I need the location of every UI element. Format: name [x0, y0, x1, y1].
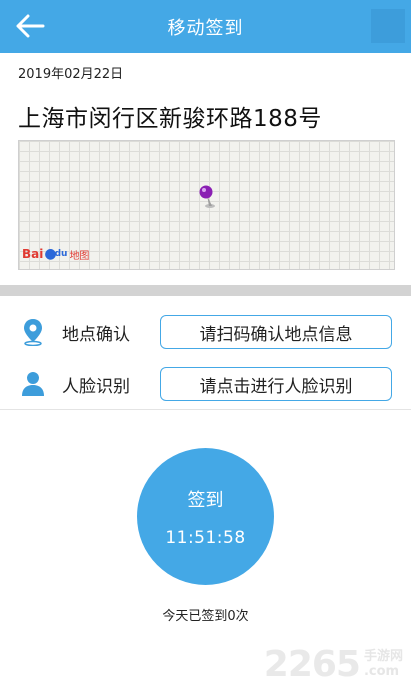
scan-location-button[interactable]: 请扫码确认地点信息 [160, 315, 392, 349]
baidu-logo-suffix: du [54, 249, 68, 259]
section-separator [0, 285, 411, 296]
location-confirm-label: 地点确认 [62, 324, 130, 345]
app-screen: 移动签到 2019年02月22日 上海市闵行区新骏环路188号 Bai ● du… [0, 0, 411, 700]
watermark-sub-block: 手游网 .com [363, 649, 403, 679]
watermark: 2265 手游网 .com [264, 644, 403, 685]
signin-count-text: 今天已签到0次 [162, 609, 249, 624]
watermark-main: 2265 [263, 644, 361, 685]
watermark-sub2: .com [363, 663, 400, 679]
arrow-left-icon [16, 14, 45, 38]
baidu-logo-text: Bai [22, 247, 44, 261]
row-divider [0, 409, 411, 410]
address-label: 上海市闵行区新骏环路188号 [18, 106, 322, 132]
date-label: 2019年02月22日 [18, 67, 124, 82]
map-pin-icon [199, 185, 215, 208]
header-menu-button[interactable] [371, 9, 405, 43]
location-pin-icon [19, 318, 47, 346]
signin-time: 11:51:58 [165, 527, 246, 548]
header-bar: 移动签到 [0, 0, 411, 53]
location-confirm-row: 地点确认 请扫码确认地点信息 [0, 310, 411, 354]
map-view[interactable]: Bai ● du 地图 [18, 140, 395, 270]
person-icon [19, 370, 47, 398]
back-button[interactable] [12, 8, 48, 44]
face-recognition-button[interactable]: 请点击进行人脸识别 [160, 367, 392, 401]
page-title: 移动签到 [167, 17, 244, 39]
signin-button[interactable]: 签到 11:51:58 [137, 448, 274, 585]
baidu-map-text: 地图 [69, 250, 90, 262]
face-recognition-label: 人脸识别 [62, 376, 130, 397]
face-recognition-row: 人脸识别 请点击进行人脸识别 [0, 362, 411, 406]
baidu-map-logo: Bai ● du 地图 [22, 246, 89, 262]
signin-label: 签到 [187, 489, 224, 511]
watermark-sub: 手游网 [363, 649, 403, 665]
